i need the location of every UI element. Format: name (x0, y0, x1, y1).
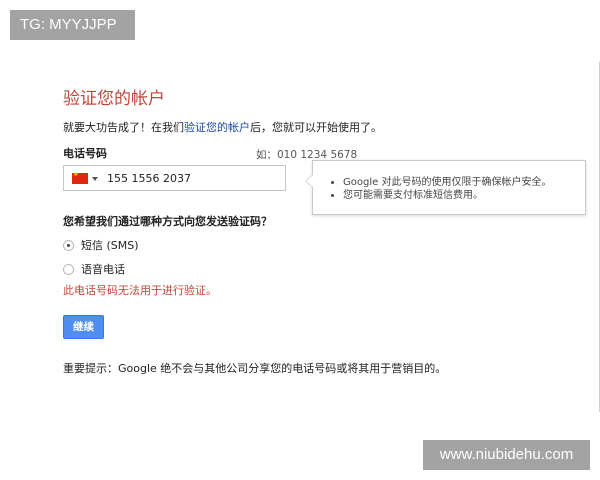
radio-option-sms[interactable]: 短信 (SMS) (63, 237, 139, 253)
privacy-notice: 重要提示：Google 绝不会与其他公司分享您的电话号码或将其用于营销目的。 (63, 362, 447, 375)
continue-button[interactable]: 继续 (63, 315, 104, 339)
china-flag-icon[interactable]: ★ (72, 171, 88, 184)
radio-voice[interactable] (63, 263, 74, 275)
flag-star-icon: ★ (73, 171, 79, 178)
phone-number-field: ★ (63, 165, 286, 191)
phone-number-input[interactable] (107, 169, 277, 187)
chevron-down-icon[interactable] (92, 177, 98, 181)
intro-text-after: 后，您就可以开始使用了。 (250, 121, 382, 134)
error-message: 此电话号码无法用于进行验证。 (63, 284, 217, 297)
watermark-top-left: TG: MYYJJPP (10, 10, 135, 40)
verify-account-link[interactable]: 验证您的帐户 (184, 121, 250, 134)
tooltip-list: Google 对此号码的使用仅限于确保帐户安全。 您可能需要支付标准短信费用。 (313, 176, 551, 202)
tooltip-item: 您可能需要支付标准短信费用。 (343, 189, 551, 202)
tooltip-item: Google 对此号码的使用仅限于确保帐户安全。 (343, 176, 551, 189)
phone-number-label: 电话号码 (63, 147, 107, 160)
radio-sms-label[interactable]: 短信 (SMS) (81, 237, 139, 253)
radio-option-voice[interactable]: 语音电话 (63, 261, 125, 277)
verification-method-question: 您希望我们通过哪种方式向您发送验证码？ (63, 215, 272, 228)
intro-text-before: 就要大功告成了！在我们 (63, 121, 184, 134)
tooltip-arrow-inner (306, 175, 313, 187)
radio-voice-label[interactable]: 语音电话 (81, 261, 125, 277)
radio-sms[interactable] (63, 239, 74, 251)
watermark-bottom-right: www.niubidehu.com (423, 440, 590, 470)
page-title: 验证您的帐户 (63, 89, 165, 109)
phone-tooltip: Google 对此号码的使用仅限于确保帐户安全。 您可能需要支付标准短信费用。 (305, 160, 586, 215)
intro-text: 就要大功告成了！在我们验证您的帐户后，您就可以开始使用了。 (63, 119, 382, 135)
